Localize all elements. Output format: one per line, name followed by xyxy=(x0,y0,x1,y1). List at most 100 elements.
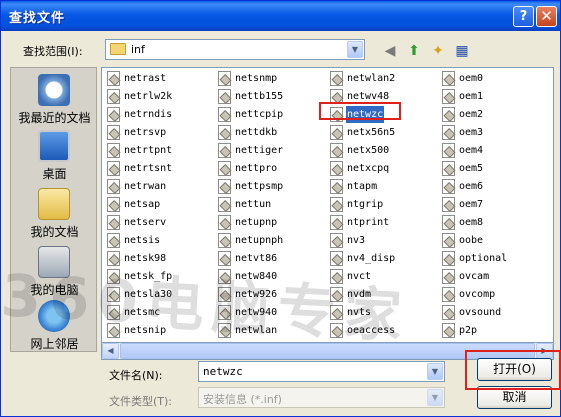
my-documents-icon xyxy=(38,188,70,220)
file-item[interactable]: netx500 xyxy=(330,142,438,159)
file-item[interactable]: nettcpip xyxy=(218,106,326,123)
file-name: netrsvp xyxy=(124,127,167,138)
file-name: nettiger xyxy=(235,145,284,156)
title-bar[interactable]: 查找文件 ? ✕ xyxy=(1,1,560,31)
file-name: ntprint xyxy=(347,217,390,228)
file-name: oem5 xyxy=(459,163,484,174)
close-button[interactable]: ✕ xyxy=(536,6,557,27)
file-name: oobe xyxy=(459,235,484,246)
file-name: nettcpip xyxy=(235,109,284,120)
file-name: nettdkb xyxy=(235,127,278,138)
setup-file-icon xyxy=(330,197,343,212)
setup-file-icon xyxy=(442,161,455,176)
file-item[interactable]: oem4 xyxy=(442,142,550,159)
file-item[interactable]: ntgrip xyxy=(330,196,438,213)
file-item[interactable]: nettiger xyxy=(218,142,326,159)
setup-file-icon xyxy=(442,179,455,194)
file-item[interactable]: netxcpq xyxy=(330,160,438,177)
file-item[interactable]: oem5 xyxy=(442,160,550,177)
place-my-documents[interactable]: 我的文档 xyxy=(11,188,98,240)
filetype-value: 安装信息 (*.inf) xyxy=(203,393,282,406)
file-item[interactable]: nettpsmp xyxy=(218,178,326,195)
file-name: nettpsmp xyxy=(235,181,284,192)
setup-file-icon xyxy=(330,143,343,158)
chevron-down-icon[interactable]: ▼ xyxy=(427,389,443,406)
file-item[interactable]: netupnph xyxy=(218,232,326,249)
scroll-left-icon[interactable]: ◀ xyxy=(102,343,119,359)
file-name: nettpro xyxy=(235,163,278,174)
file-item[interactable]: oem7 xyxy=(442,196,550,213)
file-name: nv3 xyxy=(347,235,366,246)
file-item[interactable]: netupnp xyxy=(218,214,326,231)
file-name: nettb155 xyxy=(235,91,284,102)
file-item[interactable]: netsnmp xyxy=(218,70,326,87)
lookin-combo[interactable]: inf ▼ xyxy=(105,39,365,60)
setup-file-icon xyxy=(330,233,343,248)
file-name: ntapm xyxy=(347,181,378,192)
file-name: nettun xyxy=(235,199,272,210)
filename-input[interactable]: netwzc xyxy=(203,365,243,378)
file-name: oem0 xyxy=(459,73,484,84)
file-item[interactable]: oem3 xyxy=(442,124,550,141)
help-button[interactable]: ? xyxy=(513,6,534,27)
file-item[interactable]: nettdkb xyxy=(218,124,326,141)
file-item[interactable]: netsap xyxy=(107,196,215,213)
new-folder-icon[interactable]: ✦ xyxy=(427,41,449,61)
file-item[interactable]: oobe xyxy=(442,232,550,249)
filetype-combo[interactable]: 安装信息 (*.inf) ▼ xyxy=(198,387,445,408)
file-item[interactable]: netrtsnt xyxy=(107,160,215,177)
setup-file-icon xyxy=(218,161,231,176)
filename-combo[interactable]: netwzc ▼ xyxy=(198,361,445,382)
file-item[interactable]: netserv xyxy=(107,214,215,231)
file-item[interactable]: p2p xyxy=(442,322,550,339)
file-item[interactable]: netwlan2 xyxy=(330,70,438,87)
chevron-down-icon[interactable]: ▼ xyxy=(427,363,443,380)
file-item[interactable]: oem0 xyxy=(442,70,550,87)
setup-file-icon xyxy=(330,251,343,266)
file-item[interactable]: ntapm xyxy=(330,178,438,195)
file-item[interactable]: oem2 xyxy=(442,106,550,123)
view-menu-icon[interactable]: ▦ xyxy=(451,41,473,61)
file-item[interactable]: nv4_disp xyxy=(330,250,438,267)
file-item[interactable]: netrtpnt xyxy=(107,142,215,159)
file-item[interactable]: netrast xyxy=(107,70,215,87)
file-item[interactable]: netsis xyxy=(107,232,215,249)
setup-file-icon xyxy=(442,89,455,104)
setup-file-icon xyxy=(330,215,343,230)
file-item[interactable]: optional xyxy=(442,250,550,267)
highlight-box-selected-file xyxy=(319,102,401,120)
highlight-box-open-button xyxy=(465,350,561,390)
file-item[interactable]: netrndis xyxy=(107,106,215,123)
setup-file-icon xyxy=(107,143,120,158)
file-item[interactable]: nettun xyxy=(218,196,326,213)
file-item[interactable]: ntprint xyxy=(330,214,438,231)
setup-file-icon xyxy=(107,89,120,104)
setup-file-icon xyxy=(218,197,231,212)
setup-file-icon xyxy=(107,71,120,86)
file-item[interactable]: oem8 xyxy=(442,214,550,231)
up-folder-icon[interactable]: ⬆ xyxy=(403,41,425,61)
setup-file-icon xyxy=(442,233,455,248)
file-name: oem6 xyxy=(459,181,484,192)
file-item[interactable]: ovsound xyxy=(442,304,550,321)
file-item[interactable]: ovcam xyxy=(442,268,550,285)
file-name: optional xyxy=(459,253,508,264)
file-item[interactable]: nettpro xyxy=(218,160,326,177)
file-item[interactable]: oem1 xyxy=(442,88,550,105)
place-desktop[interactable]: 桌面 xyxy=(11,130,98,182)
file-item[interactable]: netrlw2k xyxy=(107,88,215,105)
file-item[interactable]: nv3 xyxy=(330,232,438,249)
file-name: netrlw2k xyxy=(124,91,173,102)
setup-file-icon xyxy=(107,233,120,248)
setup-file-icon xyxy=(442,251,455,266)
file-item[interactable]: ovcomp xyxy=(442,286,550,303)
place-recent[interactable]: 我最近的文档 xyxy=(11,74,98,126)
file-item[interactable]: nettb155 xyxy=(218,88,326,105)
file-item[interactable]: netrsvp xyxy=(107,124,215,141)
file-item[interactable]: netx56n5 xyxy=(330,124,438,141)
file-item[interactable]: oem6 xyxy=(442,178,550,195)
setup-file-icon xyxy=(442,143,455,158)
back-icon[interactable]: ◀ xyxy=(379,41,401,61)
chevron-down-icon[interactable]: ▼ xyxy=(347,41,363,58)
file-item[interactable]: netrwan xyxy=(107,178,215,195)
